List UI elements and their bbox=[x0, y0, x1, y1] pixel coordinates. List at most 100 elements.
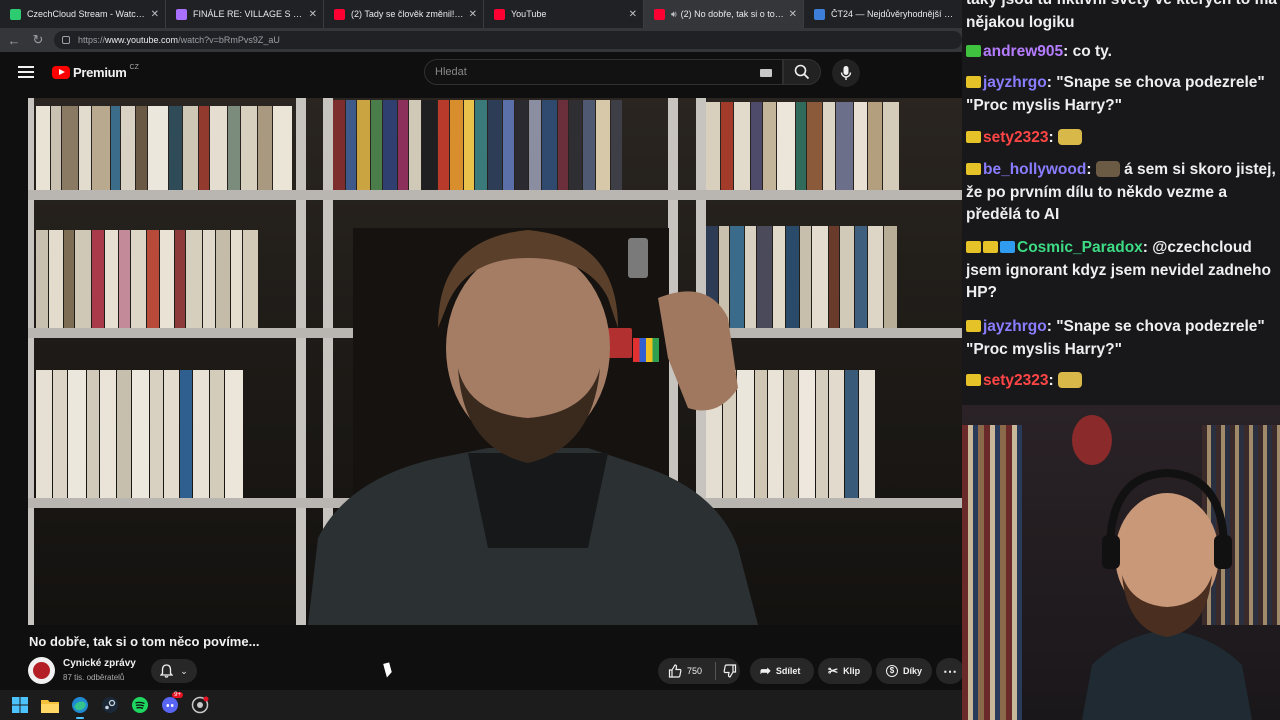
edge-browser-icon[interactable] bbox=[70, 695, 90, 719]
subscriber-badge-icon bbox=[966, 45, 981, 57]
subscriber-count: 87 tis. odběratelů bbox=[63, 673, 125, 682]
bookshelf-background bbox=[962, 425, 1022, 720]
reload-icon[interactable]: ↻ bbox=[28, 30, 48, 50]
shelf-upright bbox=[28, 98, 34, 625]
dislike-button[interactable] bbox=[712, 658, 748, 684]
tab-tady-se-clovek[interactable]: (2) Tady se člověk změnil! - YouTube ✕ bbox=[324, 0, 484, 28]
subscriber-badge-icon bbox=[983, 241, 998, 253]
video-title: No dobře, tak si o tom něco povíme... bbox=[29, 634, 260, 649]
clip-button[interactable]: ✂ Klip bbox=[818, 658, 872, 684]
youtube-premium-logo[interactable]: Premium CZ bbox=[52, 64, 139, 80]
emote-icon bbox=[1095, 161, 1120, 177]
video-actions-row: Cynické zprávy 87 tis. odběratelů ⌄ 750 bbox=[28, 656, 964, 686]
thumbs-up-icon bbox=[668, 664, 682, 678]
spotify-icon[interactable] bbox=[130, 695, 150, 715]
more-horizontal-icon: ⋯ bbox=[943, 662, 957, 679]
crown-badge-icon bbox=[966, 241, 981, 253]
screen: CzechCloud Stream - Watch Live o ✕ FINÁL… bbox=[0, 0, 1280, 720]
close-icon[interactable]: ✕ bbox=[469, 9, 477, 20]
channel-avatar[interactable] bbox=[28, 657, 55, 684]
subscriber-badge-icon bbox=[966, 374, 981, 386]
chat-message: sety2323: bbox=[966, 127, 1278, 150]
chat-message: jayzhrgo: "Snape se chova podezrele" "Pr… bbox=[966, 74, 1265, 114]
book-row bbox=[333, 100, 667, 190]
subscriber-badge-icon bbox=[966, 76, 981, 88]
youtube-favicon-icon bbox=[654, 8, 665, 20]
subscriber-badge-icon bbox=[966, 131, 981, 143]
chat-message: jayzhrgo: "Snape se chova podezrele" "Pr… bbox=[966, 318, 1265, 358]
figure-decoration bbox=[1072, 415, 1112, 465]
streamer-webcam bbox=[962, 405, 1280, 720]
hamburger-menu-icon[interactable] bbox=[18, 66, 34, 78]
cube-badge-icon bbox=[1000, 241, 1015, 253]
windows-taskbar: 9+ bbox=[0, 690, 962, 720]
bell-icon bbox=[160, 664, 174, 678]
file-explorer-icon[interactable] bbox=[40, 695, 60, 715]
github-desktop-icon[interactable] bbox=[190, 695, 210, 715]
thanks-button[interactable]: $ Díky bbox=[876, 658, 932, 684]
keyboard-icon[interactable] bbox=[760, 69, 772, 77]
chat-username[interactable]: Cosmic_Paradox bbox=[1017, 239, 1143, 256]
close-icon[interactable]: ✕ bbox=[151, 9, 159, 20]
youtube-favicon-icon bbox=[334, 8, 345, 20]
url-field[interactable]: https://www.youtube.com/watch?v=bRmPvs9Z… bbox=[54, 31, 962, 49]
tab-youtube[interactable]: YouTube ✕ bbox=[484, 0, 644, 28]
discord-notification-badge: 9+ bbox=[172, 692, 183, 698]
speaker-icon[interactable]: 🔊︎ bbox=[671, 9, 677, 20]
tab-finale-village[interactable]: FINÁLE RE: VILLAGE S ČEŠTINOU ✕ bbox=[166, 0, 324, 28]
notification-bell-button[interactable]: ⌄ bbox=[151, 659, 197, 683]
book-row bbox=[36, 230, 294, 328]
chat-username[interactable]: be_hollywood bbox=[983, 161, 1086, 178]
youtube-favicon-icon bbox=[494, 8, 505, 20]
shelf-board bbox=[28, 190, 962, 200]
channel-logo-icon bbox=[33, 662, 50, 679]
streamer-figure bbox=[1082, 468, 1252, 720]
twitch-favicon-icon bbox=[176, 8, 187, 20]
steam-icon[interactable] bbox=[100, 695, 120, 715]
thumbs-down-icon bbox=[723, 664, 737, 678]
search-icon bbox=[794, 64, 810, 80]
channel-name[interactable]: Cynické zprávy bbox=[63, 658, 136, 669]
site-info-icon[interactable] bbox=[62, 36, 70, 44]
windows-start-icon[interactable] bbox=[10, 695, 30, 715]
kick-favicon-icon bbox=[10, 8, 21, 20]
ct24-favicon-icon bbox=[814, 8, 825, 20]
emote-icon bbox=[1057, 372, 1082, 388]
voice-search-button[interactable] bbox=[832, 59, 860, 87]
tab-czechcloud[interactable]: CzechCloud Stream - Watch Live o ✕ bbox=[0, 0, 166, 28]
emote-icon bbox=[1057, 129, 1082, 145]
video-player[interactable] bbox=[28, 98, 962, 625]
chat-username[interactable]: jayzhrgo bbox=[983, 74, 1047, 91]
stream-chat: taky jsou tu fiktivní světy ve kterých t… bbox=[962, 0, 1280, 405]
subscriber-badge-icon bbox=[966, 163, 981, 175]
search-input[interactable]: Hledat bbox=[424, 59, 783, 85]
search-button[interactable] bbox=[783, 59, 821, 85]
back-arrow-icon[interactable]: ← bbox=[4, 30, 24, 50]
close-icon[interactable]: ✕ bbox=[789, 9, 797, 20]
chevron-down-icon: ⌄ bbox=[180, 665, 188, 676]
tab-no-dobre-active[interactable]: 🔊︎ (2) No dobře, tak si o tom ně ✕ bbox=[644, 0, 804, 28]
chat-message: be_hollywood: á sem si skoro jistej, že … bbox=[966, 161, 1276, 223]
chat-username[interactable]: sety2323 bbox=[983, 129, 1049, 146]
youtube-play-logo-icon bbox=[52, 65, 70, 79]
share-button[interactable]: ➦ Sdílet bbox=[750, 658, 814, 684]
subscriber-badge-icon bbox=[966, 320, 981, 332]
chat-username[interactable]: jayzhrgo bbox=[983, 318, 1047, 335]
book-row bbox=[706, 102, 962, 190]
super-thanks-icon: $ bbox=[886, 665, 898, 677]
microphone-icon bbox=[840, 66, 852, 80]
discord-icon[interactable]: 9+ bbox=[160, 692, 183, 715]
chat-username[interactable]: sety2323 bbox=[983, 372, 1049, 389]
tab-ct24[interactable]: ČT24 — Nejdůvěryhodnější zpravo bbox=[804, 0, 962, 28]
chat-message: sety2323: bbox=[966, 370, 1278, 393]
share-arrow-icon: ➦ bbox=[760, 663, 771, 678]
presenter-figure bbox=[308, 230, 758, 625]
tab-strip: CzechCloud Stream - Watch Live o ✕ FINÁL… bbox=[0, 0, 962, 28]
more-actions-button[interactable]: ⋯ bbox=[936, 658, 964, 684]
chat-username[interactable]: andrew905 bbox=[983, 43, 1063, 60]
browser-window: CzechCloud Stream - Watch Live o ✕ FINÁL… bbox=[0, 0, 964, 690]
close-icon[interactable]: ✕ bbox=[629, 9, 637, 20]
chat-message: Cosmic_Paradox: @czechcloud jsem ignoran… bbox=[966, 239, 1271, 301]
chat-message: taky jsou tu fiktivní světy ve kterých t… bbox=[966, 0, 1277, 31]
close-icon[interactable]: ✕ bbox=[309, 9, 317, 20]
